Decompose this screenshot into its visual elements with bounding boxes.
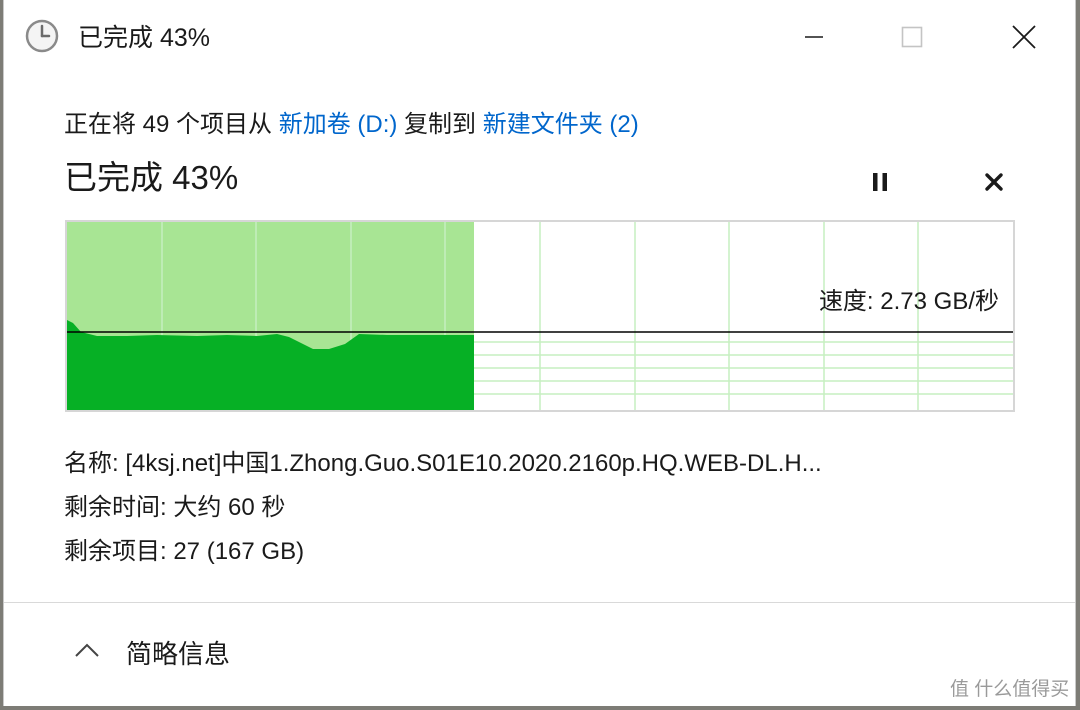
clock-icon [24, 18, 60, 54]
description-prefix: 正在将 49 个项目从 [64, 111, 279, 138]
pause-button[interactable] [860, 162, 900, 202]
minimize-button[interactable] [764, 0, 864, 74]
fewer-details-label: 简略信息 [126, 639, 231, 669]
dialog-content: 正在将 49 个项目从 新加卷 (D:) 复制到 新建文件夹 (2) 已完成 4… [4, 74, 1075, 602]
file-name: 名称: [4ksj.net]中国1.Zhong.Guo.S01E10.2020.… [64, 450, 822, 477]
cancel-button[interactable] [974, 162, 1014, 202]
cancel-icon [985, 173, 1003, 191]
progress-title: 已完成 43% [64, 159, 239, 196]
transfer-details: 名称: [4ksj.net]中国1.Zhong.Guo.S01E10.2020.… [64, 442, 822, 574]
copy-progress-window: 已完成 43% 正在将 49 个项目从 新加卷 (D:) 复制到 新建文件夹 (… [3, 0, 1076, 706]
dialog-footer: 简略信息 [4, 603, 1075, 706]
close-button[interactable] [974, 0, 1074, 74]
chevron-up-icon [75, 643, 99, 657]
minimize-icon [805, 36, 823, 38]
copy-description: 正在将 49 个项目从 新加卷 (D:) 复制到 新建文件夹 (2) [64, 107, 639, 143]
title-bar[interactable]: 已完成 43% [4, 0, 1075, 74]
maximize-button[interactable] [862, 0, 962, 74]
pause-icon [873, 173, 887, 191]
description-middle: 复制到 [397, 111, 483, 138]
destination-link[interactable]: 新建文件夹 (2) [483, 111, 639, 138]
maximize-icon [901, 26, 923, 48]
close-icon [1012, 25, 1036, 49]
transfer-speed-graph: 速度: 2.73 GB/秒 [65, 220, 1015, 412]
watermark-text: 值 什么值得买 [950, 679, 1070, 700]
items-remaining: 剩余项目: 27 (167 GB) [64, 538, 305, 565]
source-link[interactable]: 新加卷 (D:) [279, 111, 398, 138]
time-remaining: 剩余时间: 大约 60 秒 [64, 494, 286, 521]
window-title: 已完成 43% [78, 24, 210, 52]
speed-label: 速度: 2.73 GB/秒 [818, 288, 999, 315]
